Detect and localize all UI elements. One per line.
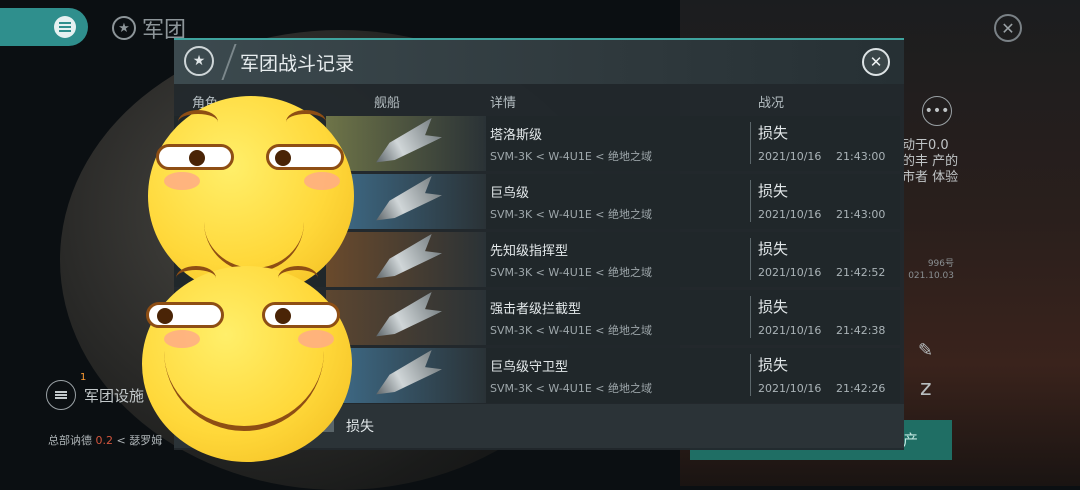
- ship-name: 巨鸟级: [490, 186, 530, 201]
- hamburger-icon: [54, 16, 76, 38]
- blush: [164, 172, 200, 190]
- ship-thumbnail: [326, 232, 486, 287]
- eyebrow: [176, 266, 216, 290]
- ship-icon: [370, 349, 442, 401]
- dialog-header: ★ 军团战斗记录: [174, 40, 904, 84]
- battle-status: 损失: [758, 298, 789, 316]
- grin-mouth: [164, 346, 324, 431]
- smile-mouth: [204, 208, 304, 272]
- battle-date: 2021/10/16: [758, 382, 822, 395]
- pupil: [275, 150, 291, 166]
- ship-icon: [370, 291, 442, 343]
- battle-date: 2021/10/16: [758, 208, 822, 221]
- menu-button[interactable]: [0, 8, 88, 46]
- legion-facilities-label: 军团设施: [84, 386, 145, 405]
- column-header-status: 战况: [758, 96, 785, 111]
- ship-name: 巨鸟级守卫型: [490, 360, 569, 375]
- background-side-text: 动于0.0 的丰 产的 市者 体验: [902, 138, 959, 185]
- ship-thumbnail: [326, 290, 486, 345]
- ship-name: 强击者级拦截型: [490, 302, 582, 317]
- battle-time: 21:42:52: [836, 266, 886, 279]
- pupil: [157, 308, 173, 324]
- row-divider: [750, 354, 751, 396]
- legion-facilities[interactable]: 1 军团设施: [46, 372, 145, 410]
- row-divider: [750, 296, 751, 338]
- column-header-ship: 舰船: [374, 96, 401, 111]
- location: SVM-3K < W-4U1E < 绝地之域: [490, 208, 652, 221]
- battle-date: 2021/10/16: [758, 150, 822, 163]
- battle-status: 损失: [758, 356, 789, 374]
- eyebrow: [178, 110, 218, 134]
- battle-date: 2021/10/16: [758, 324, 822, 337]
- ship-thumbnail: [326, 116, 486, 171]
- eye: [146, 302, 224, 328]
- more-options-icon[interactable]: •••: [922, 96, 952, 126]
- legion-badge: 1: [80, 372, 87, 383]
- location: SVM-3K < W-4U1E < 绝地之域: [490, 266, 652, 279]
- ship-name: 塔洛斯级: [490, 128, 543, 143]
- loss-filter-label: 损失: [346, 419, 374, 435]
- ship-name: 先知级指挥型: [490, 244, 569, 259]
- battle-time: 21:42:26: [836, 382, 886, 395]
- laughing-emoji-sticker: [142, 266, 352, 462]
- close-icon[interactable]: ✕: [994, 14, 1022, 42]
- ship-icon: [370, 233, 442, 285]
- row-divider: [750, 238, 751, 280]
- ship-icon: [370, 175, 442, 227]
- eye: [266, 144, 344, 170]
- dialog-close-icon[interactable]: ✕: [862, 48, 890, 76]
- battle-status: 损失: [758, 240, 789, 258]
- list-icon: [46, 380, 76, 410]
- pupil: [189, 150, 205, 166]
- row-divider: [750, 122, 751, 164]
- row-divider: [750, 180, 751, 222]
- blush: [304, 172, 340, 190]
- hq-prefix: 总部讷德: [48, 434, 92, 447]
- location: SVM-3K < W-4U1E < 绝地之域: [490, 150, 652, 163]
- battle-time: 21:43:00: [836, 208, 886, 221]
- sleep-icon[interactable]: z: [920, 376, 932, 401]
- hq-info: 总部讷德 0.2 < 瑟罗姆: [48, 432, 162, 448]
- header-divider: [221, 44, 237, 80]
- eye: [156, 144, 234, 170]
- battle-time: 21:43:00: [836, 150, 886, 163]
- hq-value: 0.2: [95, 434, 114, 447]
- battle-status: 损失: [758, 182, 789, 200]
- location: SVM-3K < W-4U1E < 绝地之域: [490, 324, 652, 337]
- ship-icon: [370, 117, 442, 169]
- eyebrow: [278, 266, 318, 290]
- eyebrow: [286, 110, 326, 134]
- battle-time: 21:42:38: [836, 324, 886, 337]
- column-header-detail: 详情: [490, 96, 517, 111]
- battle-status: 损失: [758, 124, 789, 142]
- legion-star-icon: ★: [112, 16, 136, 40]
- eye: [262, 302, 340, 328]
- dialog-title: 军团战斗记录: [240, 53, 355, 75]
- battle-date: 2021/10/16: [758, 266, 822, 279]
- hq-suffix: < 瑟罗姆: [116, 434, 163, 447]
- legion-logo-icon: ★: [184, 46, 214, 76]
- edit-icon[interactable]: ✎: [918, 340, 933, 361]
- background-side-date: 996号 021.10.03: [908, 259, 954, 281]
- background-green-button-label: 产: [902, 431, 918, 449]
- pupil: [275, 308, 291, 324]
- location: SVM-3K < W-4U1E < 绝地之域: [490, 382, 652, 395]
